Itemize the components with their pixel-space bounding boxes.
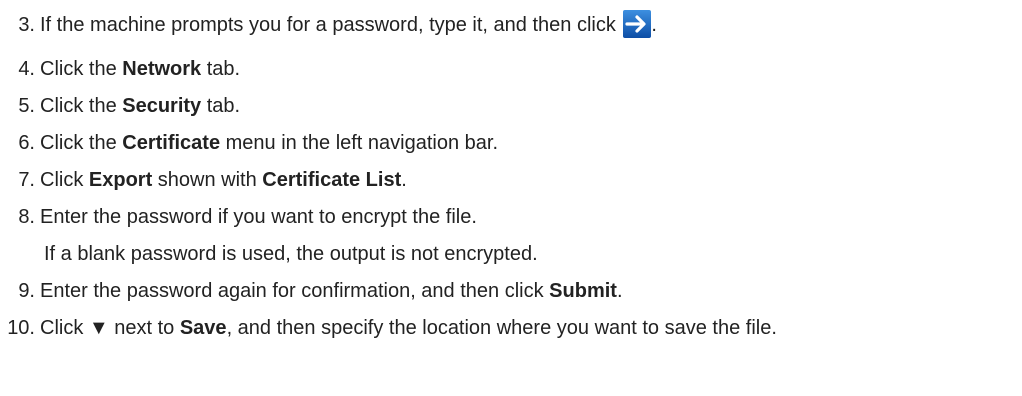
step-number: 5. [18,95,35,117]
step-number: 6. [18,132,35,154]
step-text-after: tab. [201,58,241,80]
step-6: 6. Click the Certificate menu in the left… [0,131,498,155]
submit-label: Submit [549,280,617,302]
step-text: Click Export shown with Certificate List… [40,169,407,191]
arrow-right-icon [623,10,652,38]
step-text-after: . [616,280,623,302]
step-text-before: Click the [40,132,123,154]
export-label: Export [88,169,153,191]
certificate-list-label: Certificate List [262,169,402,191]
step-text: Enter the password again for confirmatio… [40,280,623,302]
security-tab-label: Security [122,95,202,117]
step-text-before: Click the [40,95,123,117]
step-number: 7. [18,169,35,191]
step-text-before: Enter the password again for confirmatio… [40,280,550,302]
step-text: Click the Network tab. [40,58,240,80]
step-text-before: Click [40,169,89,191]
step-text-after: , and then specify the location where yo… [226,317,777,339]
step-text-after: . [401,169,407,191]
step-number: 3. [18,14,35,36]
step-text-after: tab. [201,95,241,117]
step-text-before: Click the [40,58,123,80]
step-text: Click ▼ next to Save, and then specify t… [40,317,777,339]
step-8-note: If a blank password is used, the output … [44,243,538,265]
step-text-middle: shown with [152,169,263,191]
step-9: 9. Enter the password again for confirmat… [0,279,623,303]
step-text: Click the Security tab. [40,95,240,117]
step-number: 10. [7,317,35,339]
step-text-middle: next to [108,317,180,339]
step-3: 3. If the machine prompts you for a passw… [0,10,657,38]
step-text-before: Click [40,317,89,339]
step-8: 8. Enter the password if you want to encr… [0,205,477,229]
step-5: 5. Click the Security tab. [0,94,240,118]
step-text: If the machine prompts you for a passwor… [40,10,657,38]
dropdown-triangle-icon: ▼ [88,317,109,339]
step-number: 4. [18,58,35,80]
step-text-after: menu in the left navigation bar. [220,132,499,154]
step-text: Click the Certificate menu in the left n… [40,132,498,154]
instruction-document: 3. If the machine prompts you for a passw… [0,0,1022,396]
save-label: Save [179,317,227,339]
step-number: 8. [18,206,35,228]
step-text: Enter the password if you want to encryp… [40,206,477,228]
step-7: 7. Click Export shown with Certificate Li… [0,168,407,192]
step-number: 9. [18,280,35,302]
step-10: 10. Click ▼ next to Save, and then specif… [0,316,777,340]
step-text-before: If the machine prompts you for a passwor… [40,14,622,36]
certificate-menu-label: Certificate [122,132,221,154]
step-text-after: . [651,14,657,36]
step-4: 4. Click the Network tab. [0,57,240,81]
network-tab-label: Network [122,58,202,80]
